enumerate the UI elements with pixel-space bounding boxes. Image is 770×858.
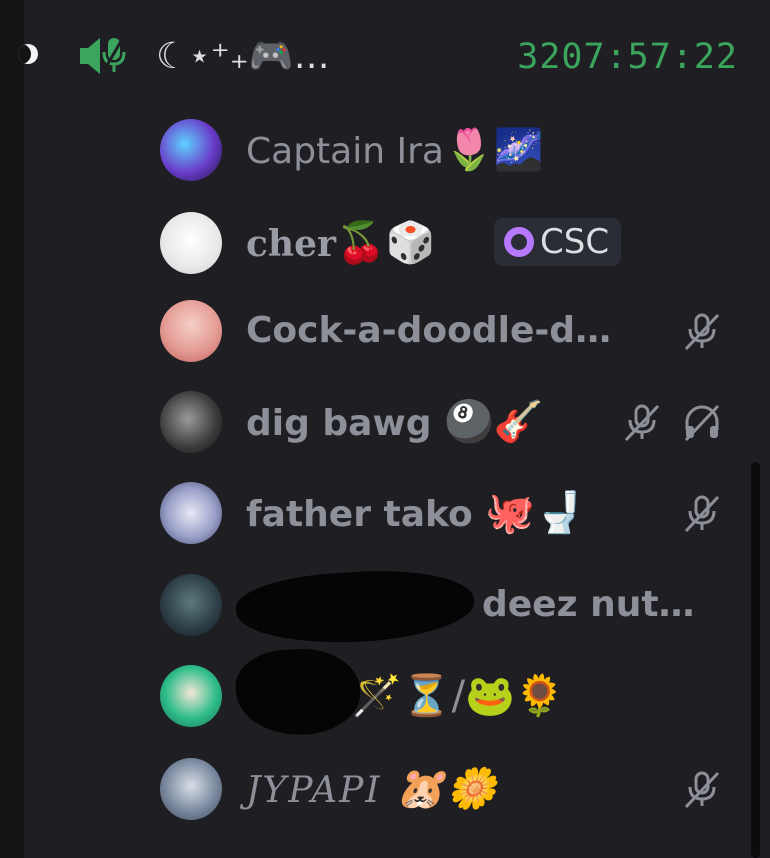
server-tag-badge[interactable]: CSC (494, 218, 622, 266)
voice-member-row[interactable]: 🪄⏳/🐸🌻 (160, 644, 740, 740)
avatar (160, 119, 222, 181)
avatar (160, 300, 222, 362)
member-emojis: 🪄⏳/🐸🌻 (352, 673, 565, 719)
redaction-scribble (233, 563, 477, 651)
mic-muted-icon (684, 771, 720, 809)
voice-member-row[interactable]: Cock-a-doodle-d… (160, 296, 740, 366)
member-emojis: 🎱🎸 (444, 399, 544, 445)
member-emojis: 🐙🚽 (485, 490, 585, 536)
avatar (160, 758, 222, 820)
member-emojis: 🍒🎲 (335, 219, 436, 266)
voice-member-row[interactable]: father tako 🐙🚽 (160, 478, 740, 548)
member-emojis: 🌷🌌 (443, 127, 544, 173)
redaction-scribble (233, 644, 363, 740)
mic-muted-icon (624, 404, 660, 442)
speaker-connected-icon (80, 35, 126, 75)
voice-member-row[interactable]: JYPAPI 🐹🌼 (160, 754, 740, 824)
voice-channel-row[interactable]: ☾⋆⁺₊🎮… 3207:57:22 (78, 26, 738, 88)
member-name: Captain Ira🌷🌌 (246, 127, 544, 173)
mic-muted-icon (684, 313, 720, 351)
member-name: dig bawg 🎱🎸 (246, 399, 544, 445)
avatar (160, 665, 222, 727)
member-name: deez nut… (482, 584, 695, 625)
avatar (160, 482, 222, 544)
member-name: 🪄⏳/🐸🌻 (352, 661, 565, 731)
headphones-deafened-icon (684, 404, 720, 442)
avatar (160, 212, 222, 274)
member-name: Cock-a-doodle-d… (246, 310, 612, 351)
mic-muted-icon (684, 495, 720, 533)
voice-member-row[interactable]: Captain Ira🌷🌌 (160, 115, 740, 185)
server-sidebar-edge (0, 0, 38, 858)
voice-member-row[interactable]: cher🍒🎲 CSC (160, 208, 740, 278)
voice-member-row[interactable]: deez nut… (160, 563, 740, 651)
member-name: JYPAPI 🐹🌼 (246, 766, 499, 812)
scrollbar[interactable] (751, 462, 760, 858)
avatar (160, 574, 222, 636)
server-tag-label: CSC (540, 222, 610, 262)
channel-name: ☾⋆⁺₊🎮… (156, 36, 330, 77)
avatar (160, 391, 222, 453)
member-name: cher🍒🎲 (246, 219, 436, 266)
member-name: father tako 🐙🚽 (246, 490, 585, 536)
moon-badge-icon (504, 227, 534, 257)
member-emojis: 🐹🌼 (395, 766, 499, 812)
voice-member-row[interactable]: dig bawg 🎱🎸 (160, 387, 740, 457)
moon-icon (18, 44, 38, 64)
call-timer: 3207:57:22 (517, 37, 738, 77)
